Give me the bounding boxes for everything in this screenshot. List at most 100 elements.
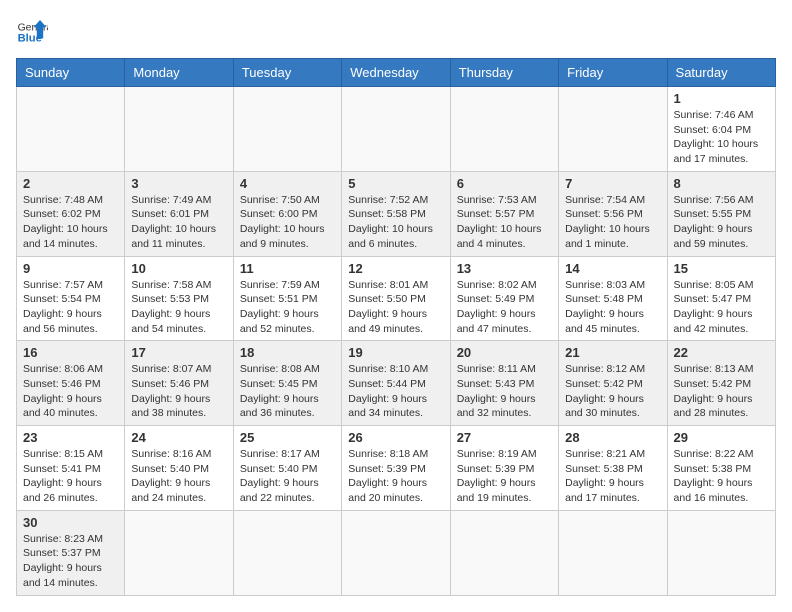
day-number: 9	[23, 261, 118, 276]
day-info: Sunrise: 8:11 AM Sunset: 5:43 PM Dayligh…	[457, 362, 552, 421]
day-number: 1	[674, 91, 769, 106]
day-number: 25	[240, 430, 335, 445]
calendar-cell: 17 Sunrise: 8:07 AM Sunset: 5:46 PM Dayli…	[125, 341, 233, 426]
day-info: Sunrise: 7:49 AM Sunset: 6:01 PM Dayligh…	[131, 193, 226, 252]
calendar-cell	[342, 87, 450, 172]
calendar-cell: 25 Sunrise: 8:17 AM Sunset: 5:40 PM Dayli…	[233, 426, 341, 511]
weekday-header: Monday	[125, 59, 233, 87]
day-info: Sunrise: 7:57 AM Sunset: 5:54 PM Dayligh…	[23, 278, 118, 337]
calendar-cell: 2Sunrise: 7:48 AM Sunset: 6:02 PM Daylig…	[17, 171, 125, 256]
calendar-cell: 13Sunrise: 8:02 AM Sunset: 5:49 PM Dayli…	[450, 256, 558, 341]
weekday-header: Sunday	[17, 59, 125, 87]
calendar-cell: 15Sunrise: 8:05 AM Sunset: 5:47 PM Dayli…	[667, 256, 775, 341]
page-header: General Blue	[16, 16, 776, 48]
day-info: Sunrise: 7:46 AM Sunset: 6:04 PM Dayligh…	[674, 108, 769, 167]
calendar-cell: 7Sunrise: 7:54 AM Sunset: 5:56 PM Daylig…	[559, 171, 667, 256]
day-info: Sunrise: 8:23 AM Sunset: 5:37 PM Dayligh…	[23, 532, 118, 591]
day-info: Sunrise: 8:06 AM Sunset: 5:46 PM Dayligh…	[23, 362, 118, 421]
day-number: 11	[240, 261, 335, 276]
calendar-cell: 14 Sunrise: 8:03 AM Sunset: 5:48 PM Dayli…	[559, 256, 667, 341]
day-info: Sunrise: 7:53 AM Sunset: 5:57 PM Dayligh…	[457, 193, 552, 252]
day-number: 28	[565, 430, 660, 445]
day-number: 10	[131, 261, 226, 276]
day-info: Sunrise: 8:08 AM Sunset: 5:45 PM Dayligh…	[240, 362, 335, 421]
calendar-cell: 20 Sunrise: 8:11 AM Sunset: 5:43 PM Dayli…	[450, 341, 558, 426]
day-number: 15	[674, 261, 769, 276]
calendar-cell	[233, 510, 341, 595]
day-info: Sunrise: 8:07 AM Sunset: 5:46 PM Dayligh…	[131, 362, 226, 421]
day-number: 12	[348, 261, 443, 276]
weekday-header: Wednesday	[342, 59, 450, 87]
day-number: 21	[565, 345, 660, 360]
calendar-week-row: 1 Sunrise: 7:46 AM Sunset: 6:04 PM Daylig…	[17, 87, 776, 172]
day-info: Sunrise: 8:13 AM Sunset: 5:42 PM Dayligh…	[674, 362, 769, 421]
day-info: Sunrise: 8:21 AM Sunset: 5:38 PM Dayligh…	[565, 447, 660, 506]
day-info: Sunrise: 7:54 AM Sunset: 5:56 PM Dayligh…	[565, 193, 660, 252]
day-info: Sunrise: 8:16 AM Sunset: 5:40 PM Dayligh…	[131, 447, 226, 506]
calendar-cell: 5 Sunrise: 7:52 AM Sunset: 5:58 PM Daylig…	[342, 171, 450, 256]
calendar-cell	[450, 510, 558, 595]
logo: General Blue	[16, 16, 48, 48]
calendar-week-row: 23Sunrise: 8:15 AM Sunset: 5:41 PM Dayli…	[17, 426, 776, 511]
calendar-cell: 18 Sunrise: 8:08 AM Sunset: 5:45 PM Dayli…	[233, 341, 341, 426]
day-number: 14	[565, 261, 660, 276]
calendar-cell	[559, 87, 667, 172]
calendar-cell	[559, 510, 667, 595]
day-number: 22	[674, 345, 769, 360]
day-info: Sunrise: 8:18 AM Sunset: 5:39 PM Dayligh…	[348, 447, 443, 506]
day-number: 20	[457, 345, 552, 360]
day-number: 29	[674, 430, 769, 445]
calendar-cell: 24 Sunrise: 8:16 AM Sunset: 5:40 PM Dayli…	[125, 426, 233, 511]
calendar-cell: 30 Sunrise: 8:23 AM Sunset: 5:37 PM Dayli…	[17, 510, 125, 595]
day-info: Sunrise: 8:17 AM Sunset: 5:40 PM Dayligh…	[240, 447, 335, 506]
day-info: Sunrise: 8:12 AM Sunset: 5:42 PM Dayligh…	[565, 362, 660, 421]
day-number: 6	[457, 176, 552, 191]
day-info: Sunrise: 8:10 AM Sunset: 5:44 PM Dayligh…	[348, 362, 443, 421]
calendar-week-row: 30 Sunrise: 8:23 AM Sunset: 5:37 PM Dayli…	[17, 510, 776, 595]
calendar-cell: 29 Sunrise: 8:22 AM Sunset: 5:38 PM Dayli…	[667, 426, 775, 511]
calendar-cell: 6 Sunrise: 7:53 AM Sunset: 5:57 PM Daylig…	[450, 171, 558, 256]
calendar-cell: 19 Sunrise: 8:10 AM Sunset: 5:44 PM Dayli…	[342, 341, 450, 426]
day-info: Sunrise: 8:03 AM Sunset: 5:48 PM Dayligh…	[565, 278, 660, 337]
calendar-week-row: 2Sunrise: 7:48 AM Sunset: 6:02 PM Daylig…	[17, 171, 776, 256]
calendar-cell	[342, 510, 450, 595]
day-number: 2	[23, 176, 118, 191]
day-info: Sunrise: 7:58 AM Sunset: 5:53 PM Dayligh…	[131, 278, 226, 337]
calendar-cell: 8Sunrise: 7:56 AM Sunset: 5:55 PM Daylig…	[667, 171, 775, 256]
logo-icon: General Blue	[16, 16, 48, 48]
day-info: Sunrise: 7:50 AM Sunset: 6:00 PM Dayligh…	[240, 193, 335, 252]
weekday-header: Friday	[559, 59, 667, 87]
day-info: Sunrise: 8:22 AM Sunset: 5:38 PM Dayligh…	[674, 447, 769, 506]
calendar-cell: 27Sunrise: 8:19 AM Sunset: 5:39 PM Dayli…	[450, 426, 558, 511]
calendar-cell: 9 Sunrise: 7:57 AM Sunset: 5:54 PM Daylig…	[17, 256, 125, 341]
day-info: Sunrise: 7:56 AM Sunset: 5:55 PM Dayligh…	[674, 193, 769, 252]
day-number: 4	[240, 176, 335, 191]
calendar-cell: 16 Sunrise: 8:06 AM Sunset: 5:46 PM Dayli…	[17, 341, 125, 426]
calendar-cell	[125, 87, 233, 172]
day-number: 17	[131, 345, 226, 360]
day-number: 16	[23, 345, 118, 360]
calendar-cell: 23Sunrise: 8:15 AM Sunset: 5:41 PM Dayli…	[17, 426, 125, 511]
calendar-week-row: 16 Sunrise: 8:06 AM Sunset: 5:46 PM Dayli…	[17, 341, 776, 426]
day-number: 23	[23, 430, 118, 445]
weekday-header: Saturday	[667, 59, 775, 87]
calendar-week-row: 9 Sunrise: 7:57 AM Sunset: 5:54 PM Daylig…	[17, 256, 776, 341]
day-info: Sunrise: 8:01 AM Sunset: 5:50 PM Dayligh…	[348, 278, 443, 337]
day-number: 18	[240, 345, 335, 360]
calendar-cell	[17, 87, 125, 172]
day-number: 24	[131, 430, 226, 445]
calendar-cell: 11Sunrise: 7:59 AM Sunset: 5:51 PM Dayli…	[233, 256, 341, 341]
day-number: 5	[348, 176, 443, 191]
day-number: 30	[23, 515, 118, 530]
calendar-cell: 12 Sunrise: 8:01 AM Sunset: 5:50 PM Dayli…	[342, 256, 450, 341]
calendar-cell: 3Sunrise: 7:49 AM Sunset: 6:01 PM Daylig…	[125, 171, 233, 256]
calendar-cell: 1 Sunrise: 7:46 AM Sunset: 6:04 PM Daylig…	[667, 87, 775, 172]
calendar-cell: 10 Sunrise: 7:58 AM Sunset: 5:53 PM Dayli…	[125, 256, 233, 341]
day-number: 19	[348, 345, 443, 360]
calendar-header-row: SundayMondayTuesdayWednesdayThursdayFrid…	[17, 59, 776, 87]
calendar-cell	[125, 510, 233, 595]
calendar-cell: 26Sunrise: 8:18 AM Sunset: 5:39 PM Dayli…	[342, 426, 450, 511]
day-info: Sunrise: 7:52 AM Sunset: 5:58 PM Dayligh…	[348, 193, 443, 252]
calendar-cell	[450, 87, 558, 172]
calendar-cell: 22 Sunrise: 8:13 AM Sunset: 5:42 PM Dayli…	[667, 341, 775, 426]
